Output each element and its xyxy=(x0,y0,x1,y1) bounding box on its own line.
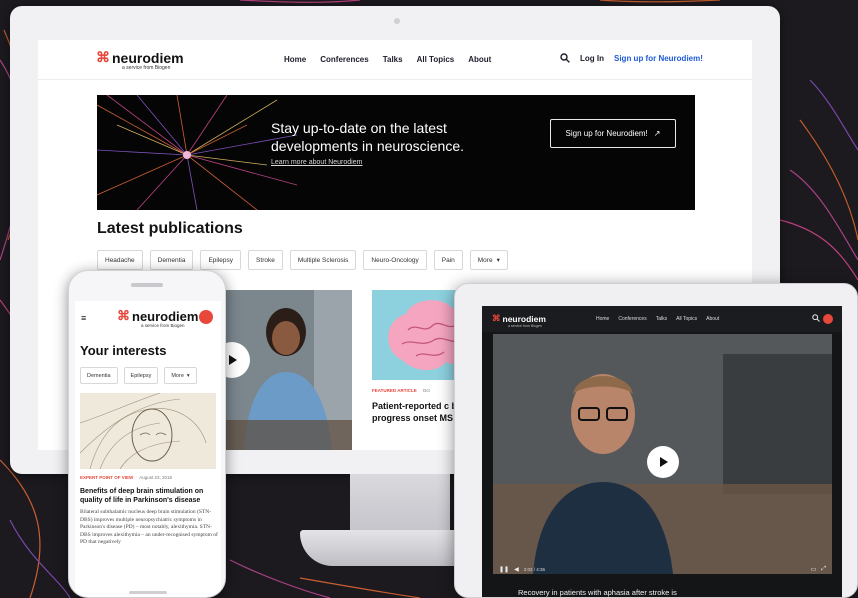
search-icon[interactable] xyxy=(812,314,820,322)
volume-icon[interactable]: ◀ xyxy=(514,566,519,573)
mobile-logo[interactable]: ⌘ neurodiem a service from Biogen xyxy=(117,308,198,328)
publication-card-video-thumbnail[interactable] xyxy=(224,290,352,450)
search-icon[interactable] xyxy=(560,53,570,63)
your-interests-title: Your interests xyxy=(80,343,167,358)
chip-more-dropdown[interactable]: More ▾ xyxy=(164,367,197,384)
arrow-up-right-icon: ↗ xyxy=(653,129,661,138)
chip-dementia[interactable]: Dementia xyxy=(80,367,118,384)
brand-tagline: a service from Biogen xyxy=(122,65,171,71)
video-controls: ❚❚ ◀ 2:02 / 4:36 ▭ ⤢ xyxy=(493,564,832,574)
brand-name: neurodiem xyxy=(132,308,199,324)
brand-name: neurodiem xyxy=(112,49,184,66)
hamburger-menu-icon[interactable]: ≡ xyxy=(81,313,86,323)
user-avatar[interactable] xyxy=(823,314,833,324)
phone-home-bar xyxy=(129,591,167,594)
chip-more-label: More xyxy=(477,256,493,264)
mobile-phone: ≡ ⌘ neurodiem a service from Biogen Your … xyxy=(68,270,226,598)
head-sketch-illustration xyxy=(80,393,207,469)
hero-headline: Stay up-to-date on the latest developmen… xyxy=(271,120,465,154)
captions-icon[interactable]: ▭ xyxy=(811,566,817,573)
video-player[interactable] xyxy=(493,334,832,574)
card2-meta: FEATURED ARTICLE Oct xyxy=(372,388,430,393)
play-button[interactable] xyxy=(647,446,679,478)
monitor-camera xyxy=(394,18,400,24)
mobile-screen: ≡ ⌘ neurodiem a service from Biogen Your … xyxy=(75,301,221,597)
tablet-site-header: ⌘ neurodiem a service from Biogen Home Co… xyxy=(482,306,842,332)
learn-more-link[interactable]: Learn more about Neurodiem xyxy=(271,159,362,166)
desktop-logo[interactable]: ⌘ neurodiem a service from Biogen xyxy=(96,49,184,71)
deep-brain-sketch-image[interactable] xyxy=(80,393,216,469)
nav-home[interactable]: Home xyxy=(284,55,306,64)
video-caption: Recovery in patients with aphasia after … xyxy=(518,588,677,597)
nav-about[interactable]: About xyxy=(706,316,719,322)
login-link[interactable]: Log In xyxy=(580,54,604,63)
nav-talks[interactable]: Talks xyxy=(656,316,667,322)
chip-more-label: More xyxy=(171,372,184,379)
chip-stroke[interactable]: Stroke xyxy=(248,250,283,270)
pause-icon[interactable]: ❚❚ xyxy=(499,566,509,573)
desktop-main-nav: Home Conferences Talks All Topics About xyxy=(284,55,491,64)
hero-signup-label: Sign up for Neurodiem! xyxy=(565,129,648,138)
caret-down-icon: ▾ xyxy=(496,257,500,264)
tablet-main-nav: Home Conferences Talks All Topics About xyxy=(596,316,719,322)
nav-all-topics[interactable]: All Topics xyxy=(417,55,455,64)
monitor-stand-neck xyxy=(350,474,450,534)
play-icon xyxy=(660,457,668,467)
nav-home[interactable]: Home xyxy=(596,316,609,322)
neuron-burst-image xyxy=(97,95,297,210)
brand-name: neurodiem xyxy=(502,313,546,324)
tablet-device: ⌘ neurodiem a service from Biogen Home Co… xyxy=(454,283,858,598)
chip-multiple-sclerosis[interactable]: Multiple Sclerosis xyxy=(289,250,357,270)
brand-tagline: a service from Biogen xyxy=(141,323,185,328)
article-excerpt: Bilateral subthalamic nucleus deep brain… xyxy=(80,509,218,546)
nav-conferences[interactable]: Conferences xyxy=(618,316,646,322)
video-time: 2:02 / 4:36 xyxy=(523,566,545,572)
nav-about[interactable]: About xyxy=(468,55,491,64)
fullscreen-icon[interactable]: ⤢ xyxy=(821,566,826,573)
chip-neuro-oncology[interactable]: Neuro-Oncology xyxy=(363,250,427,270)
nav-talks[interactable]: Talks xyxy=(383,55,403,64)
desktop-topic-chips: Headache Dementia Epilepsy Stroke Multip… xyxy=(97,250,508,270)
user-avatar[interactable] xyxy=(199,310,213,324)
card2-kicker: FEATURED ARTICLE xyxy=(372,388,417,393)
chip-pain[interactable]: Pain xyxy=(433,250,463,270)
brand-mark-icon: ⌘ xyxy=(96,49,110,65)
brand-tagline: a service from Biogen xyxy=(508,324,542,328)
play-icon xyxy=(229,355,237,365)
chip-epilepsy[interactable]: Epilepsy xyxy=(123,367,159,384)
card2-date: Oct xyxy=(422,388,430,393)
desktop-header-actions: Log In Sign up for Neurodiem! xyxy=(560,53,703,63)
signup-link[interactable]: Sign up for Neurodiem! xyxy=(614,54,703,63)
hero-signup-button[interactable]: Sign up for Neurodiem! ↗ xyxy=(550,119,676,148)
latest-publications-title: Latest publications xyxy=(97,220,243,237)
mobile-article-meta: EXPERT POINT OF VIEW August 23, 2018 xyxy=(80,475,172,480)
nav-conferences[interactable]: Conferences xyxy=(320,55,368,64)
chip-dementia[interactable]: Dementia xyxy=(149,250,194,270)
article-kicker: EXPERT POINT OF VIEW xyxy=(80,475,134,480)
article-date: August 23, 2018 xyxy=(139,475,173,480)
chip-headache[interactable]: Headache xyxy=(97,250,143,270)
article-headline[interactable]: Benefits of deep brain stimulation on qu… xyxy=(80,487,218,505)
chip-more-dropdown[interactable]: More ▾ xyxy=(469,250,508,270)
tablet-screen: ⌘ neurodiem a service from Biogen Home Co… xyxy=(482,306,842,597)
mobile-topic-chips: Dementia Epilepsy More ▾ xyxy=(80,367,197,384)
tablet-logo[interactable]: ⌘ neurodiem a service from Biogen xyxy=(492,313,546,328)
desktop-site-header: ⌘ neurodiem a service from Biogen Home Co… xyxy=(38,40,752,80)
nav-all-topics[interactable]: All Topics xyxy=(676,316,697,322)
hero-banner: Stay up-to-date on the latest developmen… xyxy=(97,95,695,210)
brand-mark-icon: ⌘ xyxy=(117,308,130,323)
phone-speaker xyxy=(131,283,163,287)
caret-down-icon: ▾ xyxy=(186,372,190,379)
chip-epilepsy[interactable]: Epilepsy xyxy=(200,250,242,270)
brand-mark-icon: ⌘ xyxy=(492,313,501,323)
